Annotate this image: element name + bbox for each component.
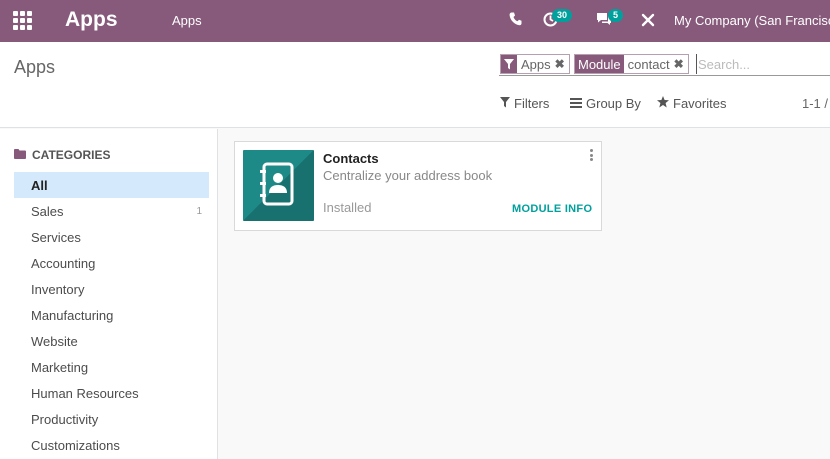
page-title: Apps	[14, 57, 56, 77]
categories-title: CATEGORIES	[32, 148, 111, 162]
company-switcher[interactable]: My Company (San Francisco)	[674, 13, 830, 28]
category-label: Customizations	[31, 437, 120, 453]
search-input[interactable]	[696, 54, 826, 74]
pager-value[interactable]: 1-1 / 1	[802, 96, 830, 111]
module-title: Contacts	[323, 151, 379, 166]
group-by-button[interactable]: Group By	[570, 96, 641, 111]
control-panel: Apps Apps ✖ Module contact ✖ Filters Gro…	[0, 42, 830, 128]
category-item-sales[interactable]: Sales 1	[14, 198, 209, 224]
category-label: Accounting	[31, 255, 96, 271]
top-navbar: Apps Apps 30 5 My Company (San Francisco…	[0, 0, 830, 42]
facet-value: contact	[627, 56, 670, 72]
remove-facet-icon[interactable]: ✖	[674, 55, 688, 73]
category-item-accounting[interactable]: Accounting	[14, 250, 209, 276]
remove-facet-icon[interactable]: ✖	[555, 55, 569, 73]
app-switcher-icon[interactable]	[13, 11, 32, 30]
activity-count-badge: 30	[552, 9, 573, 22]
facet-value: Apps	[521, 56, 551, 72]
category-item-human-resources[interactable]: Human Resources	[14, 380, 209, 406]
category-item-inventory[interactable]: Inventory	[14, 276, 209, 302]
module-info-button[interactable]: MODULE INFO	[512, 203, 592, 215]
module-card-contacts[interactable]: Contacts Centralize your address book In…	[234, 141, 602, 231]
category-list: All Sales 1 Services Accounting Inventory…	[14, 172, 209, 458]
more-options-icon[interactable]	[587, 148, 595, 162]
category-item-services[interactable]: Services	[14, 224, 209, 250]
app-brand: Apps	[65, 8, 118, 31]
search-bar: Apps ✖ Module contact ✖	[499, 53, 830, 76]
group-by-label: Group By	[586, 96, 641, 111]
category-count: 1	[196, 205, 202, 217]
category-label: All	[31, 177, 48, 193]
filters-button[interactable]: Filters	[500, 96, 549, 111]
list-icon	[570, 96, 582, 111]
category-label: Human Resources	[31, 385, 139, 401]
category-item-website[interactable]: Website	[14, 328, 209, 354]
category-label: Website	[31, 333, 78, 349]
category-item-all[interactable]: All	[14, 172, 209, 198]
activity-icon[interactable]: 30	[543, 9, 573, 27]
category-item-customizations[interactable]: Customizations	[14, 432, 209, 458]
favorites-button[interactable]: Favorites	[657, 96, 726, 111]
module-description: Centralize your address book	[323, 168, 493, 183]
facet-label: Module	[575, 55, 624, 73]
messages-count-badge: 5	[608, 9, 624, 22]
category-item-marketing[interactable]: Marketing	[14, 354, 209, 380]
category-label: Services	[31, 229, 81, 245]
category-label: Manufacturing	[31, 307, 114, 323]
filter-icon	[500, 96, 510, 111]
debug-tools-icon[interactable]	[641, 13, 655, 27]
address-book-icon	[243, 150, 314, 221]
search-facet-apps: Apps ✖	[500, 54, 570, 74]
category-label: Productivity	[31, 411, 99, 427]
category-item-manufacturing[interactable]: Manufacturing	[14, 302, 209, 328]
phone-icon[interactable]	[509, 12, 522, 26]
menu-item-apps[interactable]: Apps	[172, 13, 202, 28]
category-item-productivity[interactable]: Productivity	[14, 406, 209, 432]
folder-icon	[14, 148, 26, 162]
filters-label: Filters	[514, 96, 550, 111]
search-facet-module: Module contact ✖	[574, 54, 689, 74]
category-label: Inventory	[31, 281, 85, 297]
category-label: Sales	[31, 203, 64, 219]
star-icon	[657, 96, 669, 111]
categories-sidebar: CATEGORIES All Sales 1 Services Accountin…	[0, 129, 218, 459]
messages-icon[interactable]: 5	[596, 9, 624, 26]
favorites-label: Favorites	[673, 96, 727, 111]
category-label: Marketing	[31, 359, 89, 375]
filter-icon	[501, 55, 517, 73]
categories-header: CATEGORIES	[14, 148, 110, 162]
module-status: Installed	[323, 200, 372, 215]
